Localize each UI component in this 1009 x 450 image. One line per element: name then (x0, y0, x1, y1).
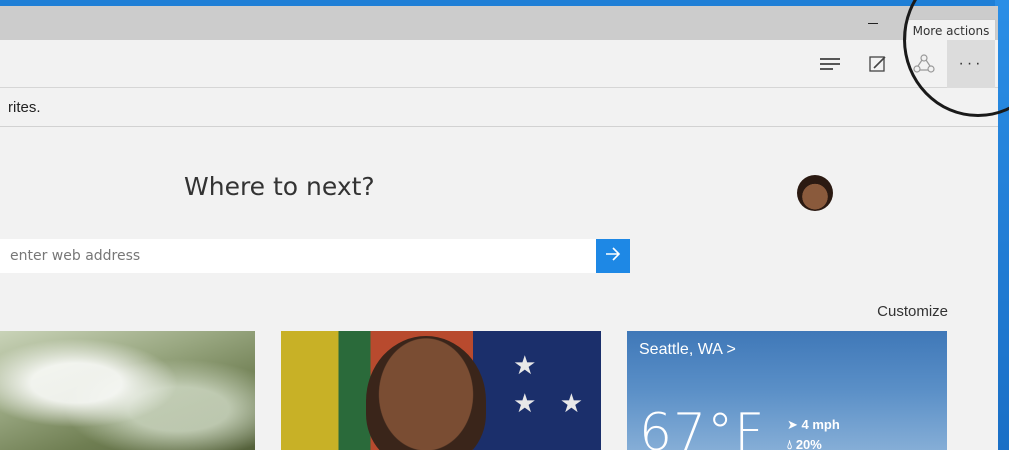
more-actions-icon: ··· (958, 55, 984, 72)
go-button[interactable] (596, 239, 630, 273)
title-bar: More actions (0, 6, 998, 43)
address-input[interactable] (0, 239, 596, 273)
raindrop-icon: 💧︎ (787, 437, 793, 450)
news-card-politics[interactable]: ★ ★ ★ (281, 331, 601, 450)
news-card-nature[interactable] (0, 331, 255, 450)
favorites-bar-text: rites. (8, 99, 41, 116)
new-tab-page: Where to next? Customize ★★ ★ Seattle, W… (0, 128, 998, 450)
news-photo (366, 336, 486, 450)
avatar[interactable] (797, 175, 833, 211)
arrow-right-icon (605, 246, 621, 266)
page-heading: Where to next? (184, 172, 375, 201)
weather-city[interactable]: Seattle, WA > (639, 341, 736, 359)
web-note-button[interactable] (854, 40, 902, 88)
flag-stars: ★ ★ ★ (513, 350, 591, 418)
web-note-icon (869, 55, 887, 73)
share-icon (913, 54, 935, 74)
weather-wind: ➤ 4 mph (787, 417, 840, 433)
customize-link[interactable]: Customize (877, 303, 948, 320)
more-actions-button[interactable]: ··· (947, 40, 995, 88)
hub-icon (819, 57, 841, 71)
browser-window: More actions ··· rites. Where to next? e… (0, 6, 998, 450)
minimize-button[interactable] (862, 12, 884, 34)
hub-button[interactable] (806, 40, 854, 88)
browser-toolbar: ··· (0, 40, 998, 88)
share-button[interactable] (900, 40, 948, 88)
wind-icon: ➤ (787, 417, 798, 432)
weather-wind-value: 4 mph (801, 417, 840, 432)
weather-card[interactable]: Seattle, WA > 67°F ➤ 4 mph 💧︎ 20% (627, 331, 947, 450)
weather-precipitation: 💧︎ 20% (787, 437, 822, 450)
favorites-bar: rites. (0, 89, 998, 127)
weather-temperature: 67°F (639, 403, 766, 450)
weather-rain-value: 20% (795, 437, 822, 450)
